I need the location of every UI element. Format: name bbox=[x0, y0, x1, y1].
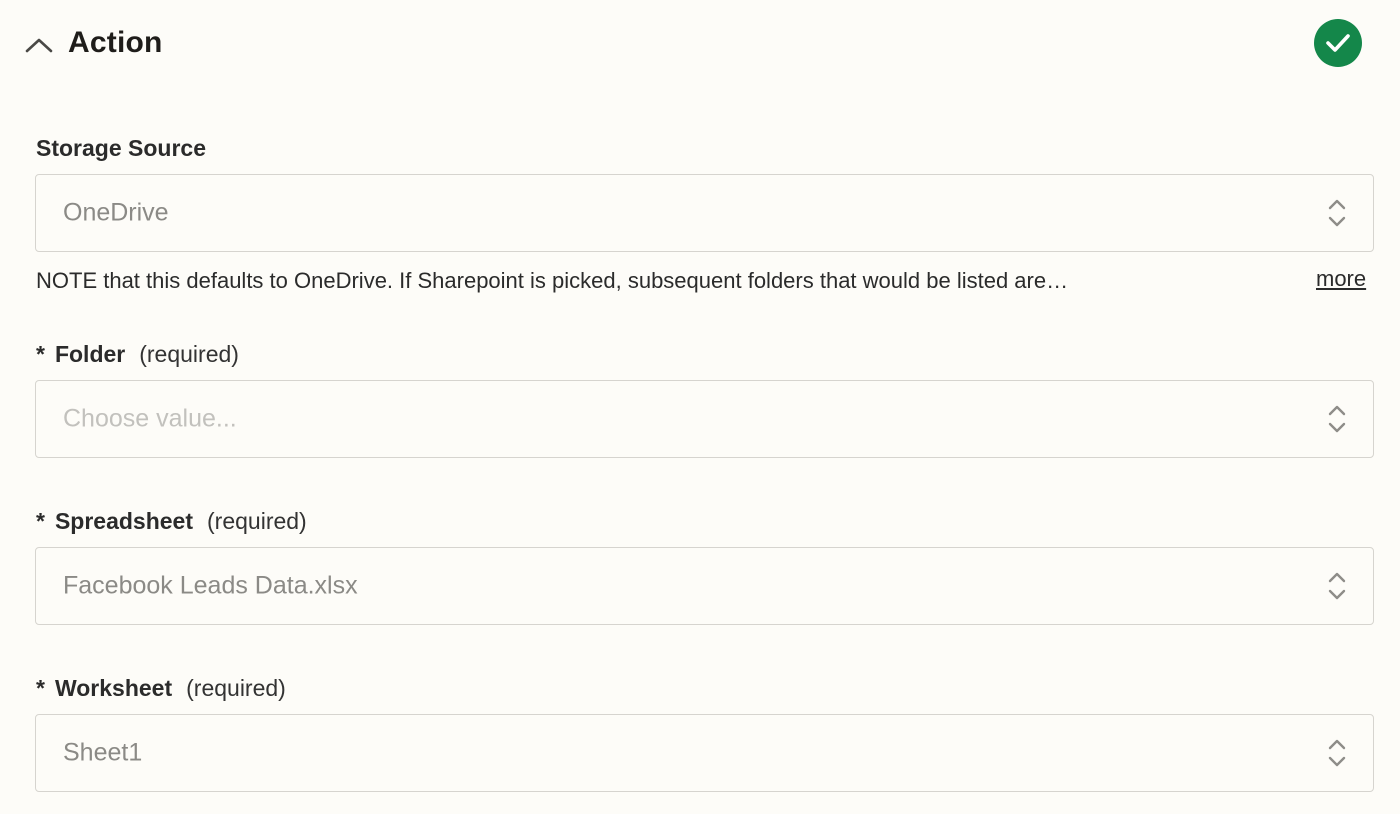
chevron-up-down-icon bbox=[1328, 405, 1346, 433]
folder-placeholder: Choose value... bbox=[63, 404, 237, 433]
storage-source-select[interactable]: OneDrive bbox=[35, 174, 1374, 252]
chevron-up-down-icon bbox=[1328, 199, 1346, 227]
spreadsheet-label: Spreadsheet bbox=[54, 508, 194, 534]
folder-label-row: * Folder (required) bbox=[36, 341, 239, 368]
chevron-up-down-icon bbox=[1328, 572, 1346, 600]
action-panel: Action Storage Source OneDrive NOTE that… bbox=[0, 0, 1400, 814]
more-link[interactable]: more bbox=[1316, 266, 1366, 292]
chevron-up-down-icon bbox=[1328, 739, 1346, 767]
required-asterisk: * bbox=[36, 508, 45, 534]
folder-select[interactable]: Choose value... bbox=[35, 380, 1374, 458]
required-asterisk: * bbox=[36, 675, 45, 701]
worksheet-value: Sheet1 bbox=[63, 738, 143, 767]
storage-source-value: OneDrive bbox=[63, 198, 169, 227]
required-text: (required) bbox=[186, 675, 286, 701]
required-text: (required) bbox=[139, 341, 239, 367]
folder-label: Folder bbox=[54, 341, 126, 367]
status-badge bbox=[1314, 19, 1362, 67]
worksheet-label-row: * Worksheet (required) bbox=[36, 675, 286, 702]
storage-source-label: Storage Source bbox=[36, 135, 206, 161]
required-text: (required) bbox=[207, 508, 307, 534]
worksheet-select[interactable]: Sheet1 bbox=[35, 714, 1374, 792]
spreadsheet-value: Facebook Leads Data.xlsx bbox=[63, 571, 358, 600]
section-header: Action bbox=[0, 0, 1400, 92]
storage-source-note: NOTE that this defaults to OneDrive. If … bbox=[36, 268, 1069, 293]
spreadsheet-select[interactable]: Facebook Leads Data.xlsx bbox=[35, 547, 1374, 625]
check-icon bbox=[1326, 34, 1350, 52]
collapse-button[interactable] bbox=[22, 30, 56, 60]
required-asterisk: * bbox=[36, 341, 45, 367]
section-title: Action bbox=[68, 26, 163, 59]
worksheet-label: Worksheet bbox=[54, 675, 173, 701]
chevron-up-icon bbox=[25, 38, 53, 53]
spreadsheet-label-row: * Spreadsheet (required) bbox=[36, 508, 307, 535]
